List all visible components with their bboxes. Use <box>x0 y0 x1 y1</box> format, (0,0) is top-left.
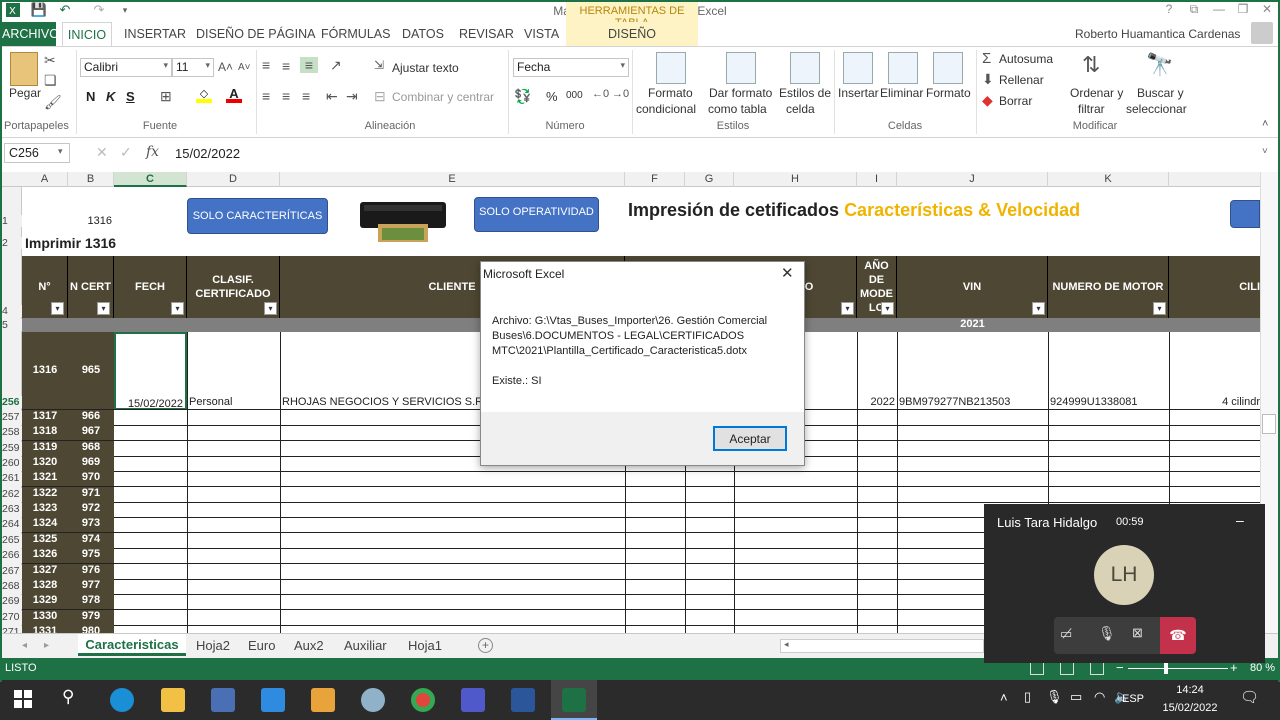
input-language[interactable]: ESP <box>1122 693 1144 705</box>
edge-icon[interactable] <box>110 688 134 712</box>
microphone-tray-icon[interactable]: 🎙 <box>1046 689 1063 705</box>
chrome-icon[interactable] <box>411 688 435 712</box>
word-icon[interactable] <box>511 688 535 712</box>
teams-icon[interactable] <box>461 688 485 712</box>
remote-desktop-icon[interactable] <box>211 688 235 712</box>
windows-start-icon[interactable] <box>14 690 32 711</box>
clock-date[interactable]: 15/02/2022 <box>1152 702 1228 714</box>
wifi-icon[interactable]: ◠ <box>1094 689 1105 705</box>
battery-icon[interactable]: ▭ <box>1070 689 1082 705</box>
file-explorer-icon[interactable] <box>161 688 185 712</box>
app-icon[interactable] <box>361 688 385 712</box>
clock-time[interactable]: 14:24 <box>1158 684 1222 696</box>
phone-icon[interactable]: ▯ <box>1024 689 1031 705</box>
show-hidden-icons-icon[interactable]: ˄ <box>1000 690 1008 705</box>
search-icon[interactable]: ⚲ <box>62 687 74 707</box>
taskbar <box>0 680 1280 720</box>
app-icon[interactable] <box>311 688 335 712</box>
window-frame <box>0 0 1280 682</box>
photos-icon[interactable] <box>261 688 285 712</box>
notifications-icon[interactable]: 🗨 <box>1240 688 1259 706</box>
excel-icon[interactable] <box>562 688 586 712</box>
